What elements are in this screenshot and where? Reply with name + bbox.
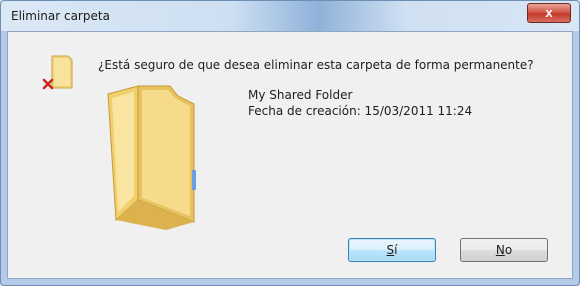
confirm-question: ¿Está seguro de que desea eliminar esta …	[98, 58, 534, 72]
folder-delete-icon	[42, 55, 73, 90]
folder-created-date: Fecha de creación: 15/03/2011 11:24	[248, 104, 473, 118]
title-bar[interactable]: Eliminar carpeta x	[1, 1, 579, 31]
no-label-rest: o	[504, 243, 513, 257]
no-button[interactable]: No	[460, 238, 548, 262]
yes-label-rest: í	[394, 243, 398, 257]
window-title: Eliminar carpeta	[11, 9, 110, 23]
yes-mnemonic: S	[386, 243, 395, 257]
yes-button[interactable]: Sí	[348, 238, 436, 262]
confirm-delete-dialog: Eliminar carpeta x ¿Está seguro de que d…	[0, 0, 580, 286]
folder-name: My Shared Folder	[248, 88, 353, 102]
no-mnemonic: N	[495, 243, 505, 257]
close-button[interactable]: x	[527, 3, 571, 23]
close-icon: x	[545, 5, 553, 20]
folder-icon	[107, 85, 196, 230]
dialog-content: ¿Está seguro de que desea eliminar esta …	[7, 31, 573, 279]
